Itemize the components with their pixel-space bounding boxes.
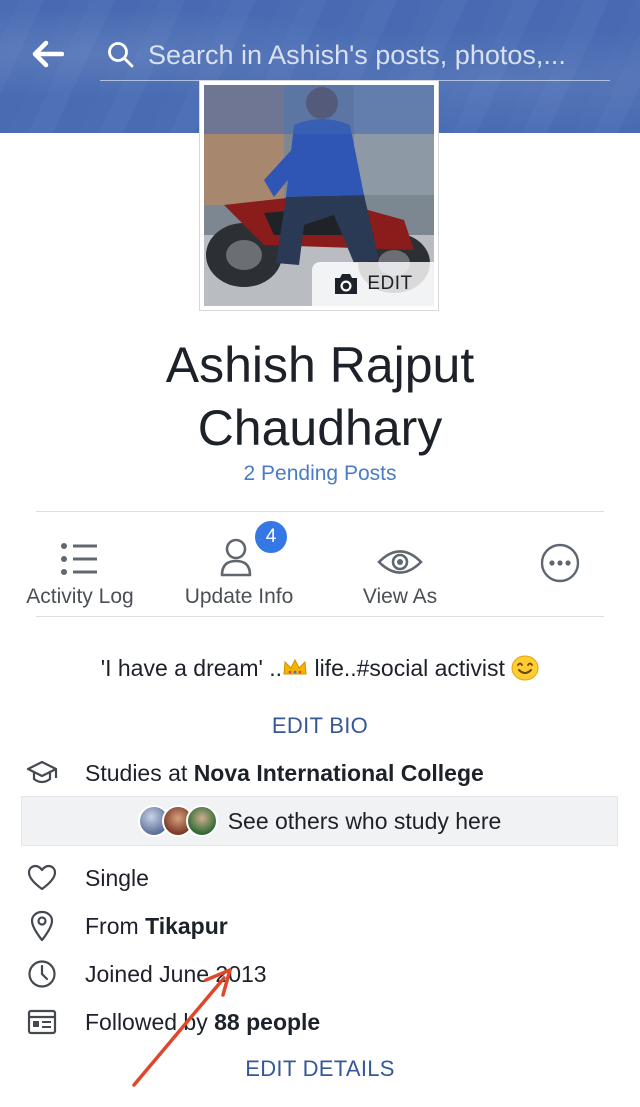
detail-studies[interactable]: Studies at Nova International College [26,755,616,791]
followed-prefix: Followed by [85,1008,215,1035]
avatar [185,805,218,837]
profile-name: Ashish Rajput Chaudhary [165,337,475,456]
clock-icon [26,958,58,990]
see-others-label: See others who study here [227,807,502,834]
search-icon [106,40,136,70]
detail-joined: Joined June 2013 [26,956,616,992]
studies-school[interactable]: Nova International College [194,760,484,786]
profile-photo-frame[interactable]: EDIT [199,80,439,311]
bio-text-part2: life..#social activist [308,655,512,681]
person-icon [220,538,252,577]
smile-emoji-icon [511,655,539,681]
relationship-status: Single [85,864,149,891]
search-bar[interactable] [100,30,610,81]
activity-log-button[interactable]: Activity Log [20,515,140,615]
update-info-badge: 4 [253,519,289,555]
edit-profile-photo-button[interactable]: EDIT [312,262,434,306]
view-as-label: View As [362,585,438,608]
profile-photo[interactable]: EDIT [204,85,434,306]
profile-actions-row: Activity Log 4 Update Info View As [0,515,640,615]
arrow-left-icon [32,40,64,68]
crown-emoji-icon [283,658,307,675]
more-dots-icon [540,543,580,583]
detail-from[interactable]: From Tikapur [26,908,616,944]
search-input[interactable] [148,35,610,75]
graduation-cap-icon [26,757,58,789]
rss-card-icon [26,1006,58,1038]
camera-icon [335,274,358,294]
edit-bio-button[interactable]: EDIT BIO [0,713,640,739]
from-prefix: From [85,912,146,939]
from-place[interactable]: Tikapur [145,913,228,939]
activity-log-label: Activity Log [26,585,134,608]
joined-date: Joined June 2013 [85,960,267,987]
detail-relationship[interactable]: Single [26,860,616,896]
see-others-who-study-here[interactable]: See others who study here [21,796,618,846]
eye-icon [377,550,423,574]
bio-text: 'I have a dream' .. life..#social activi… [0,655,640,682]
edit-details-button[interactable]: EDIT DETAILS [0,1056,640,1082]
list-icon [61,543,97,575]
location-pin-icon [26,910,58,942]
actions-top-divider [36,511,604,512]
header-overlap-tint [204,85,434,134]
more-options-button[interactable] [530,515,590,615]
classmate-avatars [137,805,218,837]
pending-posts-link[interactable]: 2 Pending Posts [0,462,640,486]
bio-text-part1: 'I have a dream' .. [100,655,283,681]
detail-followers[interactable]: Followed by 88 people [26,1004,616,1040]
heart-icon [26,862,58,894]
edit-profile-photo-label: EDIT [367,273,413,294]
update-info-label: Update Info [184,585,294,608]
back-button[interactable] [26,34,70,74]
actions-bottom-divider [36,616,604,617]
studies-prefix: Studies at [85,759,194,786]
followed-count[interactable]: 88 people [214,1009,320,1035]
update-info-button[interactable]: 4 Update Info [178,515,300,615]
view-as-button[interactable]: View As [345,515,455,615]
